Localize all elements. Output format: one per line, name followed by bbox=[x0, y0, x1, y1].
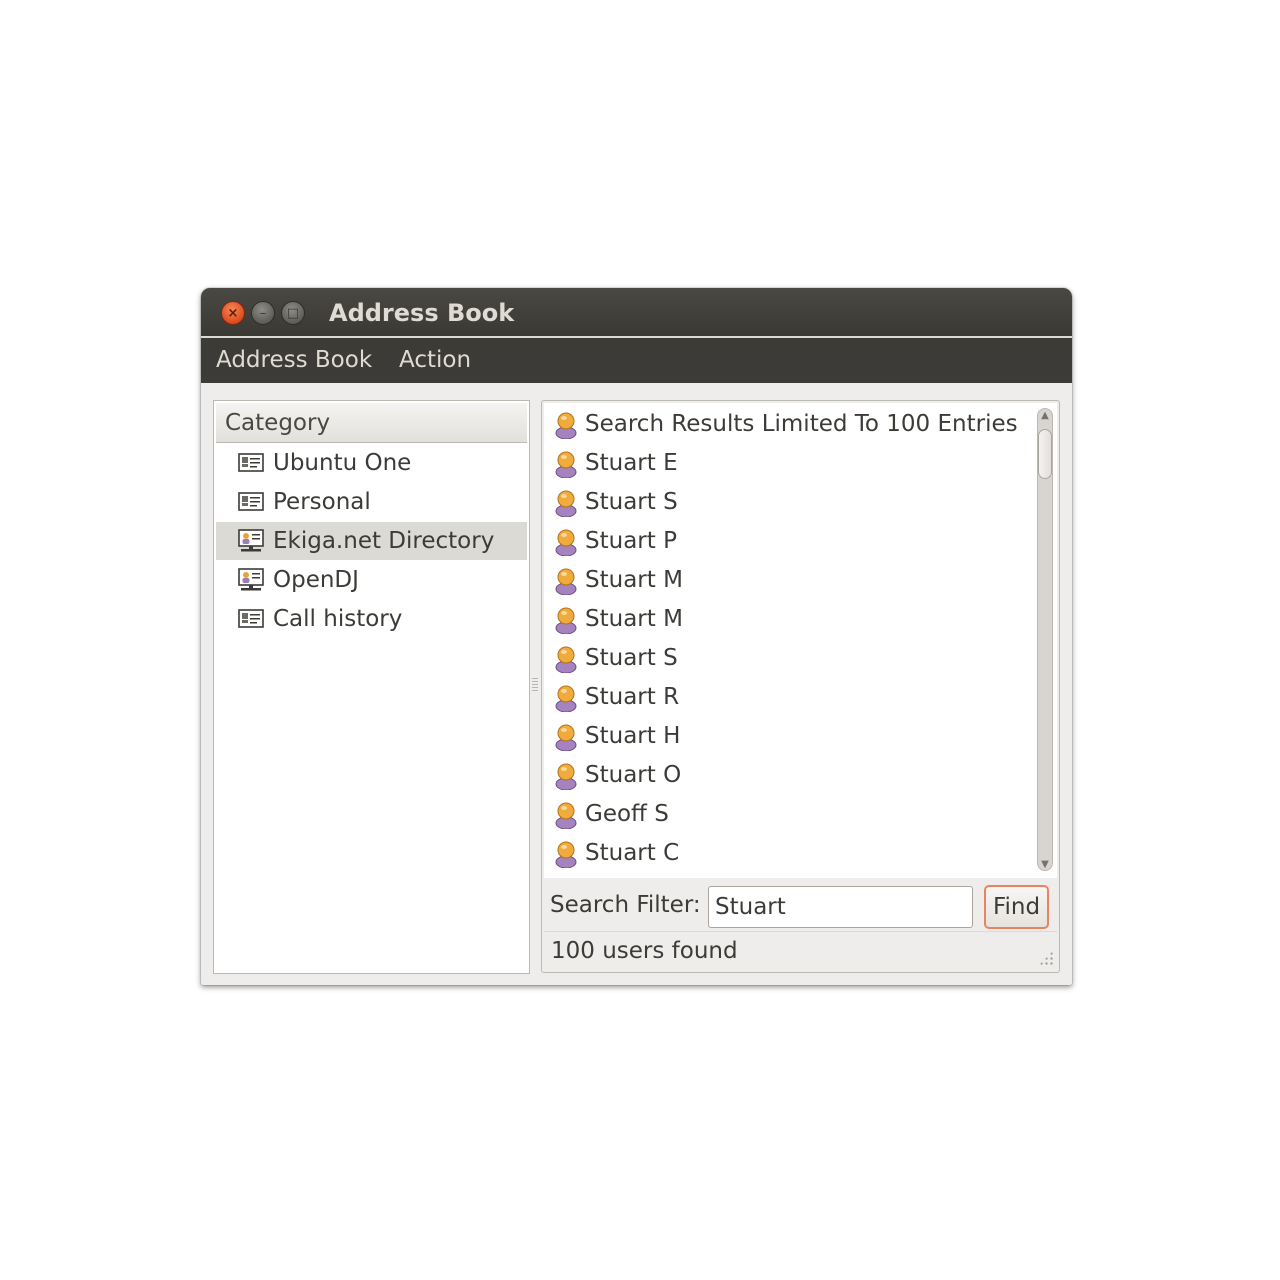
address-card-icon bbox=[238, 451, 264, 475]
address-book-window: × – □ Address Book Address Book Action C… bbox=[201, 288, 1072, 985]
category-item-ekiga-directory[interactable]: Ekiga.net Directory bbox=[216, 522, 527, 560]
category-label: Call history bbox=[273, 606, 403, 632]
list-item-partial[interactable] bbox=[544, 873, 1034, 878]
contacts-scrollbar[interactable]: ▲ ▼ bbox=[1034, 403, 1056, 878]
list-item[interactable]: Stuart S bbox=[544, 483, 1034, 522]
window-title: Address Book bbox=[329, 299, 515, 327]
maximize-icon: □ bbox=[286, 305, 300, 321]
status-bar: 100 users found bbox=[544, 931, 1057, 969]
search-filter-label: Search Filter: bbox=[550, 892, 701, 918]
person-icon bbox=[554, 840, 578, 868]
contact-name: Search Results Limited To 100 Entries bbox=[585, 411, 1018, 437]
list-item[interactable]: Stuart E bbox=[544, 444, 1034, 483]
resize-grip-icon[interactable] bbox=[1039, 951, 1053, 965]
contact-name: Geoff S bbox=[585, 801, 669, 827]
contact-name: Stuart M bbox=[585, 606, 683, 632]
person-icon bbox=[554, 606, 578, 634]
list-item[interactable]: Stuart R bbox=[544, 678, 1034, 717]
category-list: Category Ubuntu One Personal Ekiga.net D… bbox=[213, 400, 530, 974]
contact-name: Stuart H bbox=[585, 723, 681, 749]
category-label: OpenDJ bbox=[273, 567, 359, 593]
list-item[interactable]: Stuart O bbox=[544, 756, 1034, 795]
list-item[interactable]: Stuart M bbox=[544, 600, 1034, 639]
menu-address-book[interactable]: Address Book bbox=[216, 338, 372, 383]
person-icon bbox=[554, 411, 578, 439]
network-directory-icon bbox=[238, 529, 264, 553]
list-item[interactable]: Search Results Limited To 100 Entries bbox=[544, 405, 1034, 444]
person-icon bbox=[554, 684, 578, 712]
category-item-opendj[interactable]: OpenDJ bbox=[216, 561, 527, 599]
category-item-ubuntu-one[interactable]: Ubuntu One bbox=[216, 444, 527, 482]
close-icon: × bbox=[227, 305, 239, 321]
contact-name: Stuart R bbox=[585, 684, 680, 710]
person-icon bbox=[554, 645, 578, 673]
list-item[interactable]: Stuart M bbox=[544, 561, 1034, 600]
contact-name: Stuart O bbox=[585, 762, 682, 788]
list-item[interactable]: Stuart S bbox=[544, 639, 1034, 678]
person-icon bbox=[554, 762, 578, 790]
list-item[interactable]: Stuart P bbox=[544, 522, 1034, 561]
person-icon bbox=[554, 450, 578, 478]
address-card-icon bbox=[238, 490, 264, 514]
status-text: 100 users found bbox=[551, 938, 738, 964]
contact-name: Stuart P bbox=[585, 528, 677, 554]
person-icon bbox=[554, 528, 578, 556]
network-directory-icon bbox=[238, 568, 264, 592]
pane-resize-handle[interactable] bbox=[532, 678, 538, 692]
contact-name: Stuart S bbox=[585, 489, 678, 515]
find-button[interactable]: Find bbox=[984, 885, 1049, 929]
contact-name: Stuart E bbox=[585, 450, 678, 476]
scroll-up-arrow-icon[interactable]: ▲ bbox=[1038, 409, 1052, 423]
search-filter-input[interactable] bbox=[708, 886, 973, 928]
maximize-window-button[interactable]: □ bbox=[281, 301, 305, 325]
person-icon bbox=[554, 801, 578, 829]
scrollbar-thumb[interactable] bbox=[1038, 429, 1052, 479]
minimize-window-button[interactable]: – bbox=[251, 301, 275, 325]
contact-name: Stuart S bbox=[585, 645, 678, 671]
close-window-button[interactable]: × bbox=[221, 301, 245, 325]
contacts-panel: Search Results Limited To 100 Entries St… bbox=[541, 400, 1060, 973]
category-label: Ubuntu One bbox=[273, 450, 412, 476]
category-column-header[interactable]: Category bbox=[216, 403, 527, 443]
person-icon bbox=[554, 489, 578, 517]
minimize-icon: – bbox=[259, 305, 267, 321]
menu-bar: Address Book Action bbox=[201, 338, 1072, 383]
contact-name: Stuart C bbox=[585, 840, 680, 866]
contact-name: Stuart M bbox=[585, 567, 683, 593]
menu-action[interactable]: Action bbox=[399, 338, 471, 383]
address-card-icon bbox=[238, 607, 264, 631]
list-item[interactable]: Stuart H bbox=[544, 717, 1034, 756]
scroll-down-arrow-icon[interactable]: ▼ bbox=[1038, 858, 1052, 872]
person-icon bbox=[554, 567, 578, 595]
category-label: Ekiga.net Directory bbox=[273, 528, 495, 554]
list-item[interactable]: Stuart C bbox=[544, 834, 1034, 873]
category-label: Personal bbox=[273, 489, 371, 515]
list-item[interactable]: Geoff S bbox=[544, 795, 1034, 834]
person-icon bbox=[554, 723, 578, 751]
category-item-call-history[interactable]: Call history bbox=[216, 600, 527, 638]
category-item-personal[interactable]: Personal bbox=[216, 483, 527, 521]
title-bar: × – □ Address Book bbox=[201, 288, 1072, 338]
contacts-list: Search Results Limited To 100 Entries St… bbox=[544, 403, 1057, 878]
